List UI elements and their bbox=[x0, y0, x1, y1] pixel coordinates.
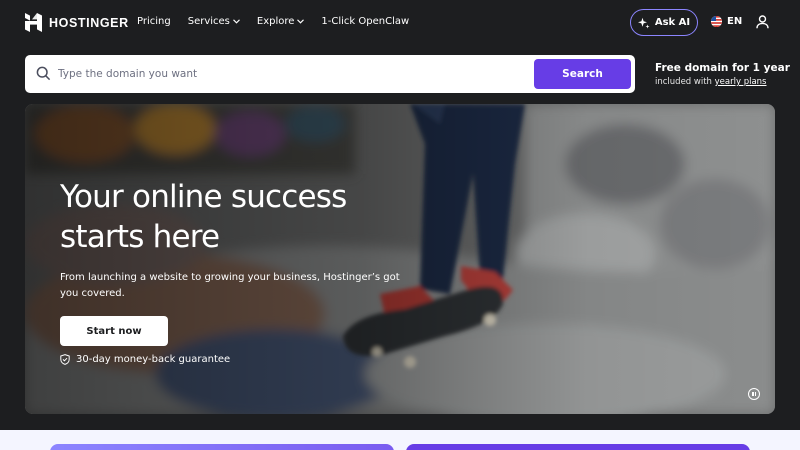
nav-pricing-label: Pricing bbox=[137, 16, 171, 27]
pause-video-button[interactable] bbox=[748, 388, 760, 400]
promo-subtitle-prefix: included with bbox=[655, 77, 712, 87]
chevron-down-icon bbox=[233, 19, 240, 24]
nav-openclaw[interactable]: 1-Click OpenClaw bbox=[321, 16, 409, 27]
sparkle-icon bbox=[637, 17, 650, 28]
domain-search-bar: Search bbox=[25, 55, 635, 93]
site-header: HOSTINGER Pricing Services Explore 1-Cli… bbox=[0, 0, 800, 46]
logo-text: HOSTINGER bbox=[49, 15, 129, 30]
us-flag-icon bbox=[711, 16, 722, 27]
free-domain-promo: Free domain for 1 year included with yea… bbox=[655, 62, 790, 87]
hostinger-logo[interactable]: HOSTINGER bbox=[25, 13, 129, 32]
nav-pricing[interactable]: Pricing bbox=[137, 16, 171, 27]
domain-search-input[interactable] bbox=[58, 61, 548, 87]
hero-overlay bbox=[25, 104, 775, 414]
guarantee-text: 30-day money-back guarantee bbox=[76, 354, 231, 365]
promo-subtitle: included with yearly plans bbox=[655, 77, 790, 87]
nav-services-label: Services bbox=[187, 16, 230, 27]
money-back-guarantee: 30-day money-back guarantee bbox=[60, 354, 230, 365]
hero-title: Your online success starts here bbox=[60, 179, 347, 255]
search-button[interactable]: Search bbox=[534, 59, 631, 89]
search-icon bbox=[36, 66, 51, 81]
hostinger-logo-icon bbox=[25, 13, 42, 32]
promo-title: Free domain for 1 year bbox=[655, 62, 790, 74]
nav-explore-label: Explore bbox=[256, 16, 295, 27]
hero-description: From launching a website to growing your… bbox=[60, 272, 400, 299]
start-now-button[interactable]: Start now bbox=[60, 316, 168, 346]
language-label: EN bbox=[727, 16, 743, 27]
ask-ai-button[interactable]: Ask AI bbox=[630, 9, 698, 36]
plan-card-left bbox=[50, 444, 394, 450]
shield-check-icon bbox=[60, 354, 70, 365]
plan-card-right bbox=[406, 444, 750, 450]
nav-openclaw-label: 1-Click OpenClaw bbox=[321, 16, 410, 27]
nav-explore[interactable]: Explore bbox=[257, 16, 305, 27]
yearly-plans-link[interactable]: yearly plans bbox=[715, 77, 767, 87]
main-nav: Pricing Services Explore 1-Click OpenCla… bbox=[137, 16, 426, 27]
chevron-down-icon bbox=[297, 19, 305, 24]
ask-ai-label: Ask AI bbox=[654, 17, 691, 28]
hero-banner: Your online success starts here From lau… bbox=[25, 104, 775, 414]
language-selector[interactable]: EN bbox=[711, 16, 742, 27]
nav-services[interactable]: Services bbox=[188, 16, 240, 27]
user-icon[interactable] bbox=[756, 15, 769, 29]
